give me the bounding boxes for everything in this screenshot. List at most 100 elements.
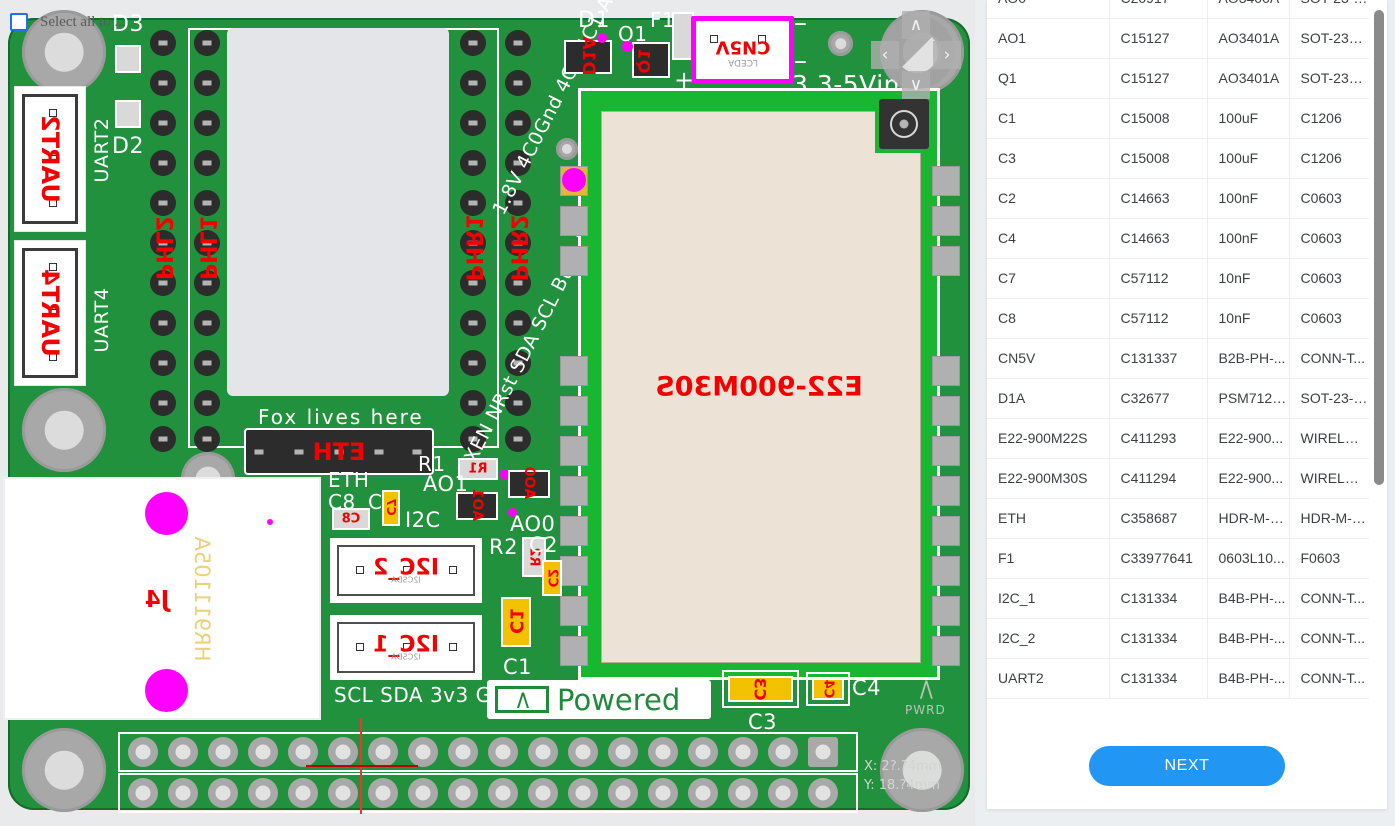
rj45-highlight-pad-bottom bbox=[145, 669, 188, 712]
bom-cell-lcsc: C131334 bbox=[1109, 658, 1208, 699]
bom-cell-lcsc: C57112 bbox=[1109, 258, 1208, 299]
highlight-pad-q1 bbox=[622, 41, 633, 52]
table-row[interactable]: UART2 C131334 B4B-PH-... CONN-T... bbox=[987, 658, 1369, 699]
bom-cell-value: B4B-PH-... bbox=[1207, 618, 1290, 659]
component-cn5v-selected[interactable]: CN5V LCEDA bbox=[691, 16, 794, 84]
pcb-nav-pad[interactable]: ∧ ∨ ‹ › bbox=[867, 9, 961, 99]
bom-cell-value: 100nF bbox=[1207, 218, 1290, 259]
next-button[interactable]: NEXT bbox=[1089, 746, 1285, 786]
e22-pad-l3 bbox=[560, 246, 588, 276]
refdes-phl1: PHL1 bbox=[194, 216, 220, 280]
bom-cell-value: E22-900... bbox=[1207, 458, 1290, 499]
bom-cell-footprint: C1206 bbox=[1289, 98, 1369, 139]
connector-eth-header[interactable]: ETH bbox=[244, 428, 434, 475]
bom-table-scroll-area[interactable]: AO0C20917AO3400ASOT-23-3...AO1C15127AO34… bbox=[987, 0, 1387, 733]
table-row[interactable]: I2C_2 C131334 B4B-PH-... CONN-T... bbox=[987, 618, 1369, 659]
refdes-q1: Q1 bbox=[634, 48, 654, 74]
select-all-checkbox[interactable] bbox=[10, 13, 28, 31]
nav-left-icon[interactable]: ‹ bbox=[871, 41, 899, 69]
pwrd-mark-glyph: /\ bbox=[919, 678, 933, 703]
bom-scrollbar-thumb[interactable] bbox=[1374, 10, 1384, 485]
bom-cell-value: AO3400A bbox=[1207, 0, 1290, 19]
table-row[interactable]: C1 C15008 100uF C1206 bbox=[987, 98, 1369, 139]
bom-cell-footprint: C0603 bbox=[1289, 218, 1369, 259]
table-row[interactable]: C8 C57112 10nF C0603 bbox=[987, 298, 1369, 339]
bom-cell-value: 100uF bbox=[1207, 138, 1290, 179]
bom-cell-designator: C3 bbox=[987, 138, 1110, 179]
bom-cell-value: 0603L10... bbox=[1207, 538, 1290, 579]
e22-pad-r5 bbox=[932, 396, 960, 426]
table-row[interactable]: E22-900M22S C411293 E22-900... WIRELM-... bbox=[987, 418, 1369, 459]
refdes-phr1: PHR1 bbox=[460, 214, 486, 282]
refdes-r1: R1 bbox=[468, 461, 488, 477]
e22-pad-l6 bbox=[560, 436, 588, 466]
bom-scrollbar-track[interactable] bbox=[1374, 0, 1384, 733]
table-row[interactable]: AO0C20917AO3400ASOT-23-3... bbox=[987, 0, 1369, 19]
refdes-phl2: PHL2 bbox=[150, 216, 176, 280]
bom-panel: AO0C20917AO3400ASOT-23-3...AO1C15127AO34… bbox=[979, 0, 1395, 826]
table-row[interactable]: D1A C32677 PSM712-... SOT-23-3... bbox=[987, 378, 1369, 419]
cn5v-sublabel: LCEDA bbox=[727, 56, 758, 67]
bom-cell-lcsc: C411293 bbox=[1109, 418, 1208, 459]
bom-cell-designator: E22-900M22S bbox=[987, 418, 1110, 459]
table-row[interactable]: I2C_1 C131334 B4B-PH-... CONN-T... bbox=[987, 578, 1369, 619]
silk-outline-c4 bbox=[806, 672, 850, 706]
bom-cell-value: B4B-PH-... bbox=[1207, 578, 1290, 619]
table-row[interactable]: E22-900M30S C411294 E22-900... WIRELM-... bbox=[987, 458, 1369, 499]
e22-pad-l11 bbox=[560, 636, 588, 666]
refdes-uart2: UART2 bbox=[36, 115, 64, 203]
table-row[interactable]: CN5V C131337 B2B-PH-... CONN-T... bbox=[987, 338, 1369, 379]
table-row[interactable]: Q1 C15127 AO3401A SOT-23_L... bbox=[987, 58, 1369, 99]
connector-uart4[interactable]: UART4 bbox=[14, 240, 86, 386]
e22-pad-r9 bbox=[932, 556, 960, 586]
bom-cell-value: PSM712-... bbox=[1207, 378, 1290, 419]
powered-text: Powered bbox=[557, 682, 681, 717]
bom-cell-designator: I2C_2 bbox=[987, 618, 1110, 659]
nav-down-icon[interactable]: ∨ bbox=[902, 71, 930, 99]
table-row[interactable]: C4 C14663 100nF C0603 bbox=[987, 218, 1369, 259]
bom-cell-designator: AO0 bbox=[987, 0, 1110, 19]
mcu-shield bbox=[227, 28, 449, 396]
crosshair-horizontal bbox=[306, 765, 418, 767]
bom-cell-lcsc: C14663 bbox=[1109, 218, 1208, 259]
component-e22-module[interactable]: E22-900M30S bbox=[578, 88, 940, 680]
tht-pad-grid[interactable] bbox=[118, 732, 858, 813]
nav-up-icon[interactable]: ∧ bbox=[902, 11, 930, 39]
table-row[interactable]: F1 C33977641 0603L10... F0603 bbox=[987, 538, 1369, 579]
bom-cell-lcsc: C131334 bbox=[1109, 578, 1208, 619]
select-all-bar[interactable]: Select all to ... bbox=[0, 0, 320, 44]
i2c-2-sublabel: I2CSDA bbox=[391, 575, 421, 585]
bom-cell-lcsc: C20917 bbox=[1109, 0, 1208, 19]
table-row[interactable]: C2 C14663 100nF C0603 bbox=[987, 178, 1369, 219]
e22-pad-l9 bbox=[560, 556, 588, 586]
table-row[interactable]: AO1 C15127 AO3401A SOT-23_L... bbox=[987, 18, 1369, 59]
bom-cell-lcsc: C57112 bbox=[1109, 298, 1208, 339]
bom-cell-lcsc: C15008 bbox=[1109, 138, 1208, 179]
rj45-highlight-pad-top bbox=[145, 492, 188, 535]
connector-i2c-2[interactable]: I2C_2 I2CSDA bbox=[330, 538, 482, 603]
refdes-eth: ETH bbox=[312, 437, 366, 466]
e22-pad-l8 bbox=[560, 516, 588, 546]
pcb-viewer-canvas[interactable]: PHL2 PHL1 PHR1 PHR2 Fox lives here ETH E… bbox=[0, 0, 975, 826]
bom-cell-footprint: SOT-23_L... bbox=[1289, 18, 1369, 59]
table-row[interactable]: C7 C57112 10nF C0603 bbox=[987, 258, 1369, 299]
bom-cell-lcsc: C411294 bbox=[1109, 458, 1208, 499]
bom-cell-designator: F1 bbox=[987, 538, 1110, 579]
connector-i2c-1[interactable]: I2C_1 I2CSDA bbox=[330, 615, 482, 680]
nav-right-icon[interactable]: › bbox=[933, 41, 961, 69]
bom-cell-footprint: CONN-T... bbox=[1289, 338, 1369, 379]
bom-cell-footprint: C0603 bbox=[1289, 298, 1369, 339]
component-d3[interactable] bbox=[115, 45, 141, 73]
bom-cell-designator: I2C_1 bbox=[987, 578, 1110, 619]
bom-cell-footprint: CONN-T... bbox=[1289, 658, 1369, 699]
via-hole bbox=[828, 31, 853, 56]
connector-uart2[interactable]: UART2 bbox=[14, 86, 86, 232]
e22-pad-r4 bbox=[932, 356, 960, 386]
component-d3b[interactable] bbox=[115, 100, 141, 128]
table-row[interactable]: ETH C358687 HDR-M-2... HDR-M-2... bbox=[987, 498, 1369, 539]
e22-pad-r11 bbox=[932, 636, 960, 666]
table-row[interactable]: C3 C15008 100uF C1206 bbox=[987, 138, 1369, 179]
rj45-highlight-pad-small bbox=[267, 519, 273, 525]
bom-cell-value: B2B-PH-... bbox=[1207, 338, 1290, 379]
silk-outline-c3 bbox=[722, 670, 799, 708]
